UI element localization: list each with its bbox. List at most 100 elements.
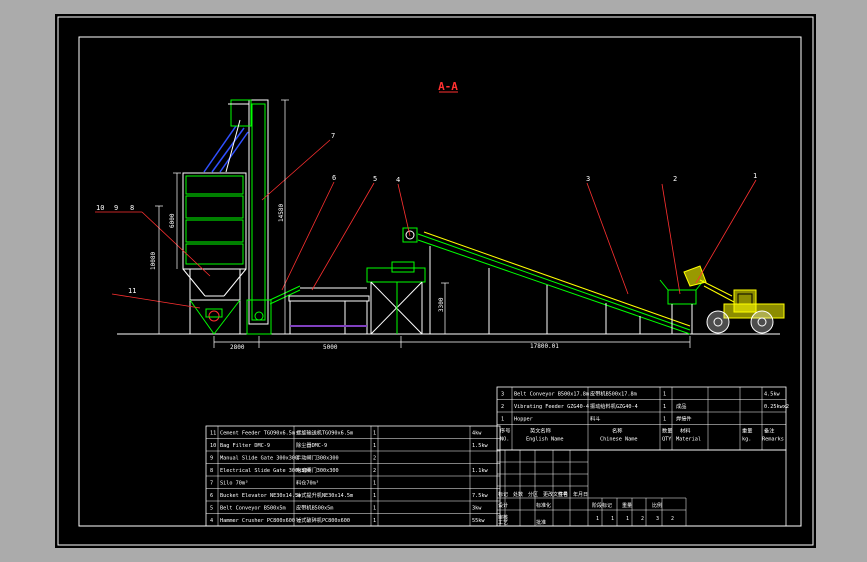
callout-9: 9 — [114, 204, 118, 212]
header-qty: 数量 — [662, 427, 672, 435]
dim-17800: 17800.01 — [530, 343, 559, 350]
header-material: 材料 — [680, 427, 690, 435]
title-role-label: 设计 — [498, 502, 508, 509]
callout-11: 11 — [128, 287, 136, 295]
bom-row-qty: 1 — [663, 404, 666, 410]
callout-6: 6 — [332, 174, 336, 182]
bom-row-qty: 1 — [373, 443, 376, 449]
callout-4: 4 — [396, 176, 400, 184]
title-revision-label: 签名 — [558, 491, 568, 498]
bom-row-qty: 1 — [663, 417, 666, 423]
bom-row-english: Belt Conveyor B500x17.8m — [514, 392, 589, 398]
bom-row-english: Hammer Crusher PC800x600 — [220, 518, 295, 524]
title-scale-number: 1 — [596, 516, 599, 522]
bom-row-chinese: 斗式提升机NE30x14.5m — [296, 491, 353, 499]
dim-silo: 6000 — [169, 213, 176, 228]
title-scale-number: 2 — [671, 516, 674, 522]
bom-row-no: 8 — [210, 468, 213, 474]
bom-row-no: 4 — [210, 518, 213, 524]
bom-row-chinese: 螺旋输送机TGO90x6.5m — [296, 429, 353, 437]
bom-row-english: Manual Slide Gate 300x300 — [220, 456, 298, 462]
bom-row-chinese: 料斗 — [590, 415, 600, 423]
bom-row-no: 7 — [210, 481, 213, 487]
callout-1: 1 — [753, 172, 757, 180]
cad-drawing-sheet: A-A 10 9 8 11 7 6 5 4 3 2 1 2800 5000 17… — [55, 14, 816, 548]
title-role-label: 工艺 — [498, 520, 508, 526]
bom-row-english: Hopper — [514, 417, 533, 423]
bom-row-material: 焊接件 — [676, 415, 692, 423]
title-scale-number: 3 — [656, 516, 659, 522]
dim-2800: 2800 — [230, 344, 245, 351]
bom-row-qty: 1 — [663, 392, 666, 398]
bom-row-no: 5 — [210, 506, 213, 512]
bom-row-no: 2 — [501, 404, 504, 410]
bom-row-remark: 1.5kw — [472, 443, 488, 449]
bom-row-chinese: 除尘器DMC-9 — [296, 441, 327, 449]
bom-row-chinese: 料仓70m³ — [296, 479, 319, 487]
bom-row-english: Cement Feeder TGO90x6.5m — [220, 431, 295, 437]
bom-row-english: Bag Filter DMC-9 — [220, 443, 270, 449]
header-no: 序号 — [500, 427, 510, 435]
callout-5: 5 — [373, 175, 377, 183]
callout-3: 3 — [586, 175, 590, 183]
header-no-en: NO. — [500, 437, 509, 443]
callout-7: 7 — [331, 132, 335, 140]
title-scale-number: 1 — [626, 516, 629, 522]
title-stage-label: 比例 — [652, 502, 662, 509]
bom-row-english: Belt Conveyor B500x5m — [220, 506, 286, 512]
header-chinese: 名称 — [612, 427, 622, 435]
bom-row-english: Vibrating Feeder GZG40-4 — [514, 404, 589, 410]
header-chinese-en: Chinese Name — [600, 437, 637, 443]
bom-row-material: 成品 — [676, 402, 686, 410]
bom-row-chinese: 振动给料机GZG40-4 — [590, 402, 638, 410]
bom-row-remark: 4.5kw — [764, 392, 780, 398]
bom-row-no: 1 — [501, 417, 504, 423]
header-english-en: English Name — [526, 437, 563, 443]
bom-row-no: 6 — [210, 493, 213, 499]
title-revision-label: 分区 — [528, 491, 538, 498]
bom-row-chinese: 手动闸门300x300 — [296, 454, 339, 462]
bom-row-no: 11 — [210, 431, 216, 437]
header-remark-en: Remarks — [762, 437, 784, 443]
bom-row-no: 10 — [210, 443, 216, 449]
bom-row-qty: 1 — [373, 518, 376, 524]
bom-row-english: Silo 70m³ — [220, 481, 248, 487]
header-weight: 重量 — [742, 427, 752, 435]
title-revision-label: 年月日 — [573, 491, 588, 498]
header-material-en: Material — [676, 437, 701, 443]
bom-row-qty: 1 — [373, 493, 376, 499]
bom-row-remark: 7.5kw — [472, 493, 488, 499]
title-revision-label: 标记 — [498, 491, 508, 498]
title-role-label: 批准 — [536, 519, 546, 526]
title-role-label: 标准化 — [536, 502, 551, 509]
bom-row-remark: 4kw — [472, 431, 482, 437]
header-english: 英文名称 — [530, 427, 551, 435]
bom-row-qty: 1 — [373, 431, 376, 437]
bom-row-qty: 1 — [373, 506, 376, 512]
dim-height-left: 10080 — [150, 252, 157, 270]
bom-row-chinese: 皮带机B500x17.8m — [590, 390, 637, 398]
header-remark: 备注 — [764, 427, 774, 435]
header-qty-en: QTY — [662, 437, 672, 443]
title-scale-number: 1 — [611, 516, 614, 522]
dim-elevator: 14580 — [278, 204, 285, 222]
bom-row-chinese: 锤式破碎机PC800x600 — [296, 516, 350, 524]
callout-2: 2 — [673, 175, 677, 183]
bom-row-qty: 2 — [373, 468, 376, 474]
title-stage-label: 重量 — [622, 502, 632, 509]
bom-row-chinese: 电动闸门300x300 — [296, 466, 339, 474]
bom-row-qty: 2 — [373, 456, 376, 462]
bom-row-remark: 1.1kw — [472, 468, 488, 474]
title-scale-number: 2 — [641, 516, 644, 522]
dim-5000: 5000 — [323, 344, 338, 351]
header-weight-en: kg. — [742, 437, 751, 443]
bom-row-no: 9 — [210, 456, 213, 462]
callout-8: 8 — [130, 204, 134, 212]
bom-row-qty: 1 — [373, 481, 376, 487]
callout-10: 10 — [96, 204, 104, 212]
bom-row-english: Bucket Elevator NE30x14.5m — [220, 493, 301, 499]
bom-row-remark: 0.25kwx2 — [764, 404, 789, 410]
bom-row-no: 3 — [501, 392, 504, 398]
bom-row-chinese: 皮带机B500x5m — [296, 504, 333, 512]
title-revision-label: 处数 — [513, 491, 523, 498]
